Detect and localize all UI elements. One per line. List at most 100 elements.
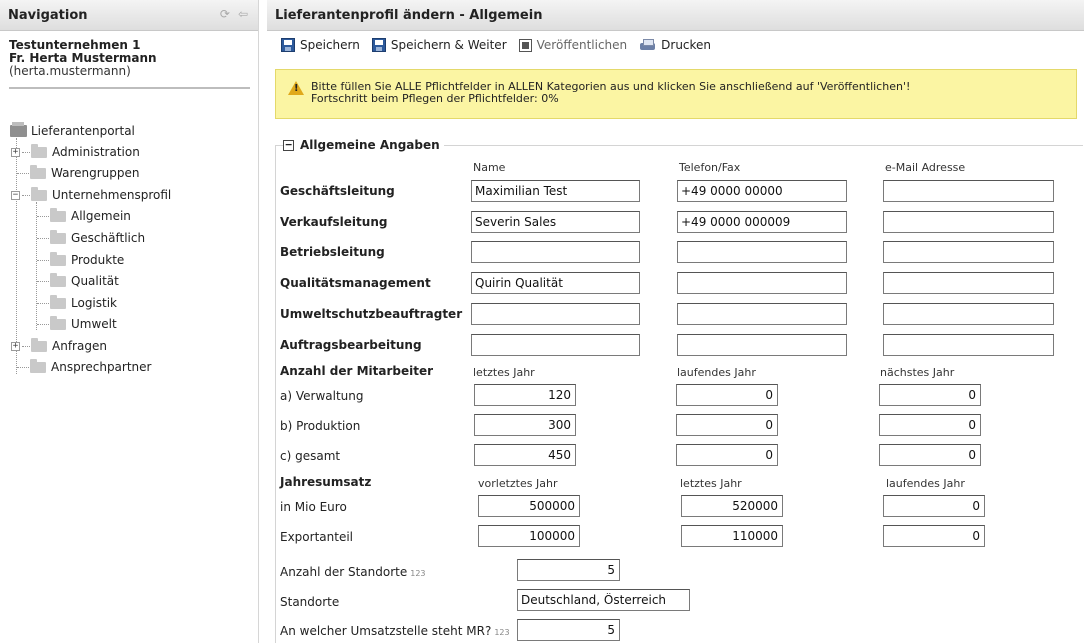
sidebar-title: Navigation: [8, 7, 88, 23]
expand-icon[interactable]: +: [11, 341, 20, 351]
staff-produktion-next-year-input[interactable]: [879, 414, 981, 436]
locations-count-input[interactable]: [517, 559, 620, 581]
column-header-naechstes-jahr: nächstes Jahr: [880, 366, 955, 379]
label-umsatzstelle: An welcher Umsatzstelle steht MR? 123: [280, 624, 510, 638]
revenue-current-year-input[interactable]: [883, 495, 985, 517]
sidebar-item-ansprechpartner[interactable]: Ansprechpartner: [17, 357, 151, 377]
label-umsatzstelle-text: An welcher Umsatzstelle steht MR?: [280, 624, 492, 638]
section-title: Allgemeine Angaben: [300, 138, 440, 152]
sidebar-item-label: Allgemein: [71, 209, 131, 223]
publish-button-label: Veröffentlichen: [536, 38, 628, 52]
required-fields-notice: Bitte füllen Sie ALLE Pflichtfelder in A…: [275, 69, 1077, 119]
auftragsbearbeitung-phone-input[interactable]: [677, 334, 847, 356]
revenue-pre-last-year-input[interactable]: [478, 495, 580, 517]
refresh-icon[interactable]: ⟳: [220, 7, 230, 21]
qualitaetsmanagement-name-input[interactable]: [471, 272, 640, 294]
sidebar-item-umwelt[interactable]: Umwelt: [37, 314, 117, 334]
navigation-sidebar: Navigation ⟳ ⇦ Testunternehmen 1 Fr. Her…: [0, 0, 259, 643]
sidebar-item-label: Geschäftlich: [71, 231, 146, 245]
staff-produktion-current-year-input[interactable]: [676, 414, 778, 436]
sidebar-item-qualitaet[interactable]: Qualität: [37, 271, 119, 291]
staff-gesamt-current-year-input[interactable]: [676, 444, 778, 466]
auftragsbearbeitung-email-input[interactable]: [883, 334, 1054, 356]
sidebar-item-administration[interactable]: + Administration: [11, 142, 140, 162]
tree-connector: [37, 323, 49, 325]
column-header-vorletztes-jahr: vorletztes Jahr: [478, 477, 558, 490]
folder-icon: [50, 207, 66, 222]
betriebsleitung-email-input[interactable]: [883, 241, 1054, 263]
portal-icon: [10, 122, 27, 137]
save-icon: [281, 38, 295, 52]
verkaufsleitung-email-input[interactable]: [883, 211, 1054, 233]
column-header-laufendes-jahr: laufendes Jahr: [886, 477, 965, 490]
label-standorte: Standorte: [280, 595, 340, 609]
main-header: Lieferantenprofil ändern - Allgemein: [267, 0, 1084, 31]
column-header-laufendes-jahr: laufendes Jahr: [677, 366, 756, 379]
user-info: Testunternehmen 1 Fr. Herta Mustermann (…: [0, 31, 258, 78]
locations-input[interactable]: [517, 589, 690, 611]
umweltschutzbeauftragter-phone-input[interactable]: [677, 303, 847, 325]
tree-root[interactable]: Lieferantenportal: [10, 121, 135, 141]
export-current-year-input[interactable]: [883, 525, 985, 547]
user-login: (herta.mustermann): [9, 64, 131, 78]
label-umweltschutzbeauftragter: Umweltschutzbeauftragter: [280, 307, 463, 321]
collapse-sidebar-icon[interactable]: ⇦: [238, 7, 248, 21]
export-last-year-input[interactable]: [681, 525, 783, 547]
sidebar-item-unternehmensprofil[interactable]: − Unternehmensprofil: [11, 185, 171, 205]
column-header-email: e-Mail Adresse: [885, 161, 966, 174]
auftragsbearbeitung-name-input[interactable]: [471, 334, 640, 356]
main-panel: Lieferantenprofil ändern - Allgemein Spe…: [267, 0, 1084, 643]
qualitaetsmanagement-phone-input[interactable]: [677, 272, 847, 294]
label-anzahl-mitarbeiter: Anzahl der Mitarbeiter: [280, 364, 434, 378]
folder-icon: [50, 315, 66, 330]
sidebar-item-logistik[interactable]: Logistik: [37, 293, 117, 313]
folder-icon: [50, 251, 66, 266]
umweltschutzbeauftragter-email-input[interactable]: [883, 303, 1054, 325]
label-verkaufsleitung: Verkaufsleitung: [280, 215, 388, 229]
sidebar-item-label: Unternehmensprofil: [52, 188, 172, 202]
qualitaetsmanagement-email-input[interactable]: [883, 272, 1054, 294]
save-button[interactable]: Speichern: [281, 38, 360, 52]
verkaufsleitung-phone-input[interactable]: [677, 211, 847, 233]
revenue-last-year-input[interactable]: [681, 495, 783, 517]
sidebar-item-produkte[interactable]: Produkte: [37, 250, 124, 270]
notice-progress: Fortschritt beim Pflegen der Pflichtfeld…: [311, 92, 559, 105]
staff-verwaltung-last-year-input[interactable]: [474, 384, 576, 406]
collapse-icon[interactable]: −: [11, 190, 20, 200]
collapse-section-icon[interactable]: −: [283, 139, 294, 151]
column-header-name: Name: [473, 161, 506, 174]
revenue-rank-input[interactable]: [517, 619, 620, 641]
tree-connector: [17, 172, 29, 174]
print-button[interactable]: Drucken: [639, 38, 711, 52]
save-button-label: Speichern: [300, 38, 360, 52]
section-legend[interactable]: − Allgemeine Angaben: [283, 138, 444, 152]
staff-gesamt-next-year-input[interactable]: [879, 444, 981, 466]
print-button-label: Drucken: [661, 38, 712, 52]
umweltschutzbeauftragter-name-input[interactable]: [471, 303, 640, 325]
sidebar-tools: ⟳ ⇦: [220, 7, 248, 21]
expand-icon[interactable]: +: [11, 147, 20, 157]
tree-connector: [37, 280, 49, 282]
geschaeftsleitung-name-input[interactable]: [471, 180, 640, 202]
staff-gesamt-last-year-input[interactable]: [474, 444, 576, 466]
verkaufsleitung-name-input[interactable]: [471, 211, 640, 233]
label-gesamt: c) gesamt: [280, 449, 341, 463]
export-pre-last-year-input[interactable]: [478, 525, 580, 547]
sidebar-item-label: Anfragen: [52, 339, 107, 353]
publish-button[interactable]: Veröffentlichen: [518, 38, 628, 52]
geschaeftsleitung-phone-input[interactable]: [677, 180, 847, 202]
betriebsleitung-name-input[interactable]: [471, 241, 640, 263]
tree-connector: [17, 366, 29, 368]
sidebar-item-anfragen[interactable]: + Anfragen: [11, 336, 107, 356]
staff-verwaltung-current-year-input[interactable]: [676, 384, 778, 406]
geschaeftsleitung-email-input[interactable]: [883, 180, 1054, 202]
sidebar-item-allgemein[interactable]: Allgemein: [37, 206, 131, 226]
staff-verwaltung-next-year-input[interactable]: [879, 384, 981, 406]
save-next-button[interactable]: Speichern & Weiter: [371, 38, 507, 52]
sidebar-item-warengruppen[interactable]: Warengruppen: [17, 163, 140, 183]
staff-produktion-last-year-input[interactable]: [474, 414, 576, 436]
sidebar-item-geschaeftlich[interactable]: Geschäftlich: [37, 228, 145, 248]
folder-icon: [30, 358, 46, 373]
notice-text: Bitte füllen Sie ALLE Pflichtfelder in A…: [311, 81, 910, 105]
betriebsleitung-phone-input[interactable]: [677, 241, 847, 263]
